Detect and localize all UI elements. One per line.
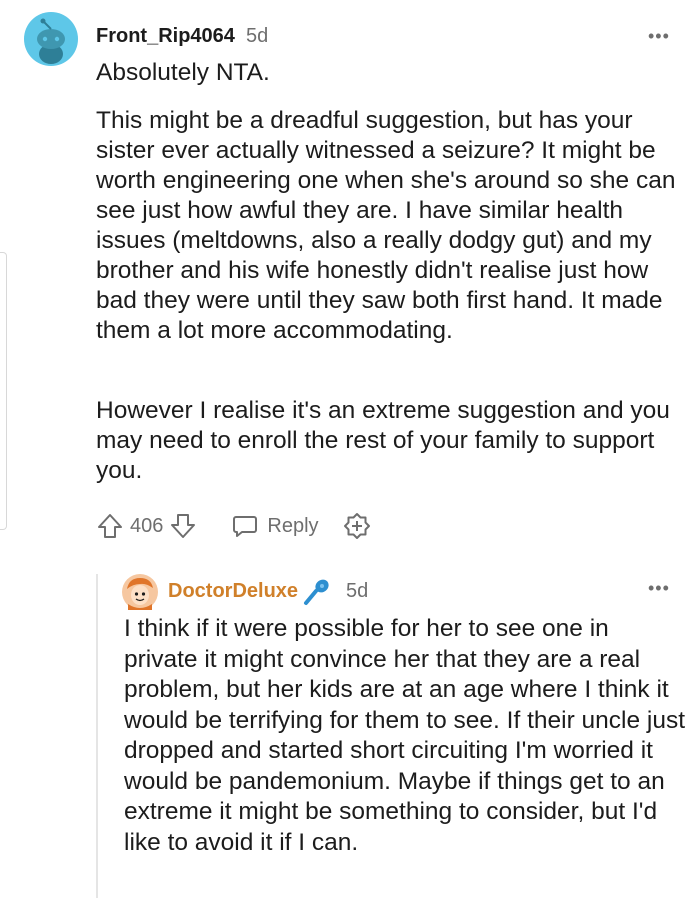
- avatar[interactable]: [122, 574, 158, 610]
- vote-count: 406: [130, 514, 164, 537]
- comment-username[interactable]: Front_Rip4064: [96, 25, 235, 48]
- reply-username[interactable]: DoctorDeluxe: [168, 580, 298, 603]
- more-options-icon[interactable]: •••: [648, 578, 670, 599]
- thread-line[interactable]: [96, 574, 98, 898]
- reply-icon: [233, 516, 258, 537]
- reply-age: 5d: [346, 580, 369, 602]
- comment-paragraph: However I realise it's an extreme sugges…: [96, 397, 670, 484]
- reply-button[interactable]: Reply: [231, 512, 319, 540]
- microphone-icon: [304, 579, 329, 605]
- comment-paragraph: Absolutely NTA.: [96, 59, 270, 86]
- downvote-icon[interactable]: [169, 512, 197, 540]
- comment-age: 5d: [246, 25, 269, 47]
- comment-actions: 406 Reply: [96, 508, 371, 544]
- award-icon[interactable]: [343, 512, 371, 540]
- left-edge-scroll-handle[interactable]: [0, 252, 7, 530]
- reply-body: I think if it were possible for her to s…: [124, 615, 686, 856]
- more-options-icon[interactable]: •••: [648, 26, 670, 47]
- avatar[interactable]: [24, 12, 78, 66]
- comment-paragraph: This might be a dreadful suggestion, but…: [96, 107, 676, 344]
- reply-label: Reply: [267, 514, 319, 537]
- upvote-icon[interactable]: [96, 512, 124, 540]
